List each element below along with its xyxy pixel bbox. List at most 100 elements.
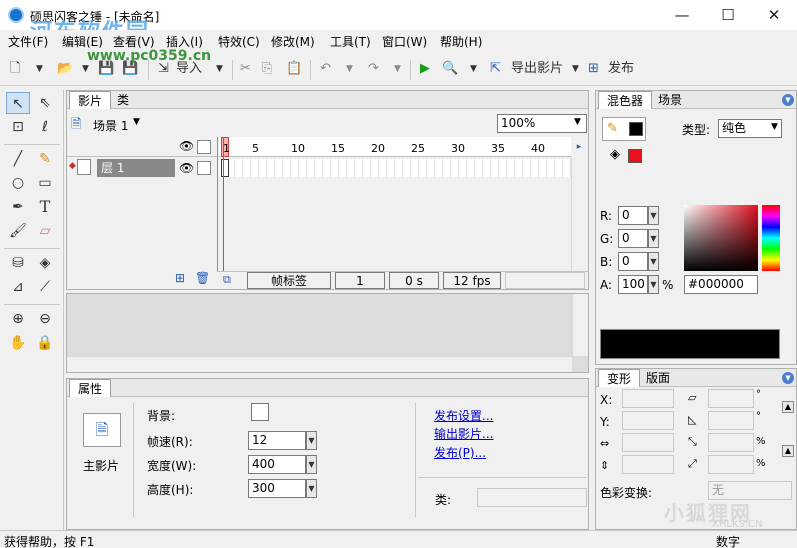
line-icon[interactable]: ╱ [6,148,30,170]
stroke-color-swatch[interactable] [629,122,643,136]
redo-icon[interactable]: ↷ [368,58,379,80]
rectangle-icon[interactable]: ▭ [33,172,57,194]
subselect-icon[interactable]: ⇖ [33,92,57,114]
transform-icon[interactable]: ⊡ [6,116,30,138]
skew-v-field[interactable] [708,411,754,430]
arrow-select-icon[interactable]: ↖ [6,92,30,114]
alpha-dropdown[interactable]: ▼ [648,275,659,294]
tab-class[interactable]: 类 [109,91,137,109]
new-file-icon[interactable]: 🗋 [10,58,20,80]
export-movie-link[interactable]: 输出影片... [434,425,493,442]
panel-menu-icon[interactable]: ▼ [782,94,794,106]
height-dropdown[interactable]: ▼ [306,479,317,498]
skew-h-field[interactable] [708,389,754,408]
text-icon[interactable]: T [33,196,57,218]
menu-window[interactable]: 窗口(W) [382,33,427,50]
publish-link[interactable]: 发布(P)... [434,444,486,461]
frame-view-icon[interactable]: ▸ [571,137,587,157]
export-movie-icon[interactable]: ⇱ [490,58,501,80]
lasso-icon[interactable]: ℓ [33,116,57,138]
panel-menu-icon[interactable]: ▼ [782,372,794,384]
chevron-down-icon[interactable]: ▼ [36,58,43,80]
minimize-button[interactable]: — [659,0,705,30]
pen-icon[interactable]: ✒ [6,196,30,218]
lock-icon[interactable]: ▲ [782,445,794,457]
lock-icon[interactable]: 🔒 [33,332,57,354]
brush-icon[interactable]: 🖌 [6,220,30,242]
class-field[interactable] [477,488,587,507]
add-layer-icon[interactable]: ⊞ [175,271,185,285]
lock-toggle[interactable] [197,161,211,175]
chevron-down-icon[interactable]: ▼ [346,58,353,80]
export-movie-button[interactable]: 导出影片 [511,58,563,80]
open-folder-icon[interactable]: 📂 [57,58,73,80]
tab-scene[interactable]: 场景 [650,91,690,109]
hue-slider[interactable] [762,205,780,271]
publish-settings-link[interactable]: 发布设置... [434,407,493,424]
frame-label-field[interactable]: 帧标签 [247,272,331,289]
alpha-field[interactable]: 100 [618,275,648,294]
menu-tools[interactable]: 工具(T) [330,33,371,50]
width-field[interactable]: 400 [248,455,306,474]
eye-icon[interactable]: 👁 [179,161,194,175]
background-color-swatch[interactable] [251,403,269,421]
timeline-scrollbar[interactable] [571,157,587,271]
r-dropdown[interactable]: ▼ [648,206,659,225]
r-field[interactable]: 0 [618,206,648,225]
x-field[interactable] [622,389,674,408]
layer-row[interactable]: ◆ 层 1 👁 [67,159,217,177]
eraser-icon[interactable]: ▱ [33,220,57,242]
chevron-down-icon[interactable]: ▼ [572,58,579,80]
close-button[interactable]: ✕ [751,0,797,30]
tab-movie[interactable]: 影片 [69,91,112,109]
menu-effects[interactable]: 特效(C) [218,33,260,50]
menu-modify[interactable]: 修改(M) [271,33,315,50]
paste-icon[interactable]: 📋 [286,58,302,80]
frame-rate-dropdown[interactable]: ▼ [306,431,317,450]
ink-bottle-icon[interactable]: ⛁ [6,252,30,274]
g-field[interactable]: 0 [618,229,648,248]
chevron-down-icon[interactable]: ▼ [216,58,223,80]
zoom-out-icon[interactable]: ⊖ [33,308,57,330]
scene-name[interactable]: 场景 1 [93,117,128,134]
frame-rate-field[interactable]: 12 [248,431,306,450]
tab-color-mixer[interactable]: 混色器 [598,91,653,109]
pencil-icon[interactable]: ✎ [33,148,57,170]
tab-transform[interactable]: 变形 [598,369,641,387]
stage-vscroll[interactable] [572,294,588,356]
tab-properties[interactable]: 属性 [69,379,112,397]
scale-w-field[interactable] [708,433,754,452]
frame-cells[interactable] [219,159,571,177]
copy-icon[interactable]: ⎘ [262,58,272,80]
lock-icon[interactable]: ▲ [782,401,794,413]
y-field[interactable] [622,411,674,430]
h-field[interactable] [622,455,674,474]
layer-name[interactable]: 层 1 [97,159,175,177]
lock-toggle[interactable] [197,140,211,154]
cut-icon[interactable]: ✂ [240,58,251,80]
frame-ruler[interactable]: 1 5 10 15 20 25 30 35 40 [219,137,571,157]
publish-button[interactable]: 发布 [608,58,634,80]
b-dropdown[interactable]: ▼ [648,252,659,271]
zoom-in-icon[interactable]: ⊕ [6,308,30,330]
chevron-down-icon[interactable]: ▼ [470,58,477,80]
eye-icon[interactable]: 👁 [179,139,194,153]
preview-icon[interactable]: 🔍 [442,58,458,80]
maximize-button[interactable]: ☐ [705,0,751,30]
b-field[interactable]: 0 [618,252,648,271]
stroke-color-group[interactable]: ✎ [602,117,646,141]
publish-icon[interactable]: ⊞ [588,58,599,80]
g-dropdown[interactable]: ▼ [648,229,659,248]
fill-transform-icon[interactable]: ⊿ [6,276,30,298]
width-dropdown[interactable]: ▼ [306,455,317,474]
chevron-down-icon[interactable]: ▼ [394,58,401,80]
stage-hscroll[interactable] [67,356,572,372]
eyedropper-icon[interactable]: ⟋ [33,276,57,298]
play-icon[interactable]: ▶ [420,58,430,80]
w-field[interactable] [622,433,674,452]
color-picker-field[interactable] [684,205,758,271]
menu-help[interactable]: 帮助(H) [440,33,482,50]
scale-h-field[interactable] [708,455,754,474]
onion-skin-icon[interactable]: ⧉ [223,273,231,287]
fill-color-swatch[interactable] [628,149,642,163]
